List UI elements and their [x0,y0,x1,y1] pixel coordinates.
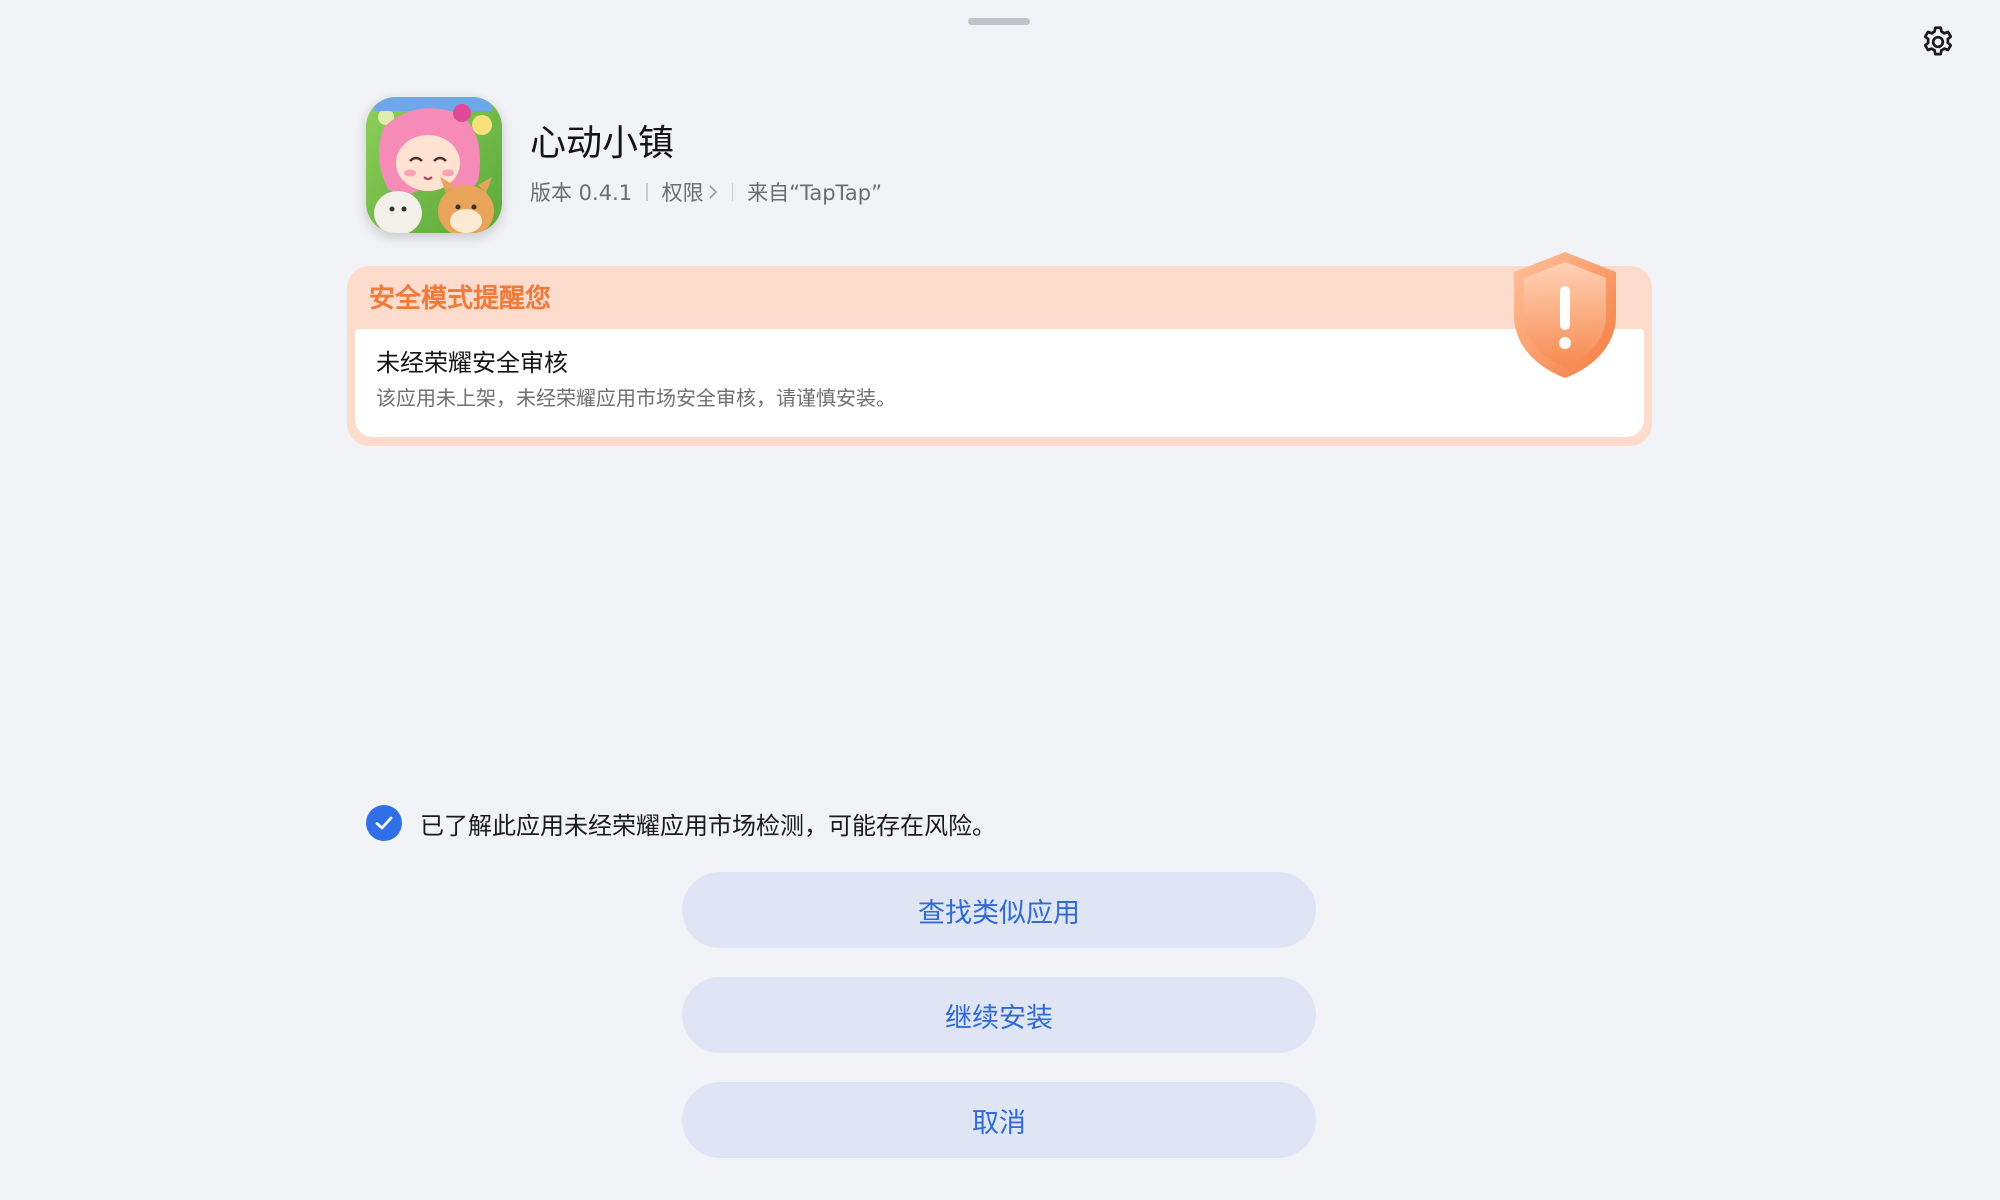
app-name: 心动小镇 [530,123,675,164]
settings-button[interactable] [1916,20,1960,64]
continue-install-button[interactable]: 继续安装 [682,977,1316,1053]
acknowledge-text: 已了解此应用未经荣耀应用市场检测，可能存在风险。 [420,811,996,840]
meta-divider [731,183,734,201]
drag-handle[interactable] [968,18,1030,25]
chevron-right-icon [709,185,717,199]
app-version: 版本 0.4.1 [530,181,633,205]
meta-divider [646,183,648,201]
warning-content: 未经荣耀安全审核 该应用未上架，未经荣耀应用市场安全审核，请谨慎安装。 [355,329,1644,437]
app-meta-row: 版本 0.4.1 权限 来自“TapTap” [530,176,882,208]
security-warning-card: 安全模式提醒您 未经荣耀安全审核 该应用未上架，未经荣耀应用市场安全审核，请谨慎… [347,266,1652,446]
permissions-label: 权限 [661,181,704,205]
find-similar-apps-button[interactable]: 查找类似应用 [682,872,1316,948]
warning-shield-icon [1514,252,1616,378]
acknowledge-checkbox[interactable] [366,805,402,841]
acknowledge-row: 已了解此应用未经荣耀应用市场检测，可能存在风险。 [366,804,996,842]
warning-heading: 未经荣耀安全审核 [376,349,568,377]
warning-description: 该应用未上架，未经荣耀应用市场安全审核，请谨慎安装。 [376,386,896,410]
cancel-button[interactable]: 取消 [682,1082,1316,1158]
check-icon [375,816,393,830]
warning-title: 安全模式提醒您 [369,284,552,314]
app-icon [366,97,502,233]
app-source: 来自“TapTap” [747,181,882,205]
permissions-link[interactable]: 权限 [662,177,718,207]
gear-icon [1923,26,1953,56]
